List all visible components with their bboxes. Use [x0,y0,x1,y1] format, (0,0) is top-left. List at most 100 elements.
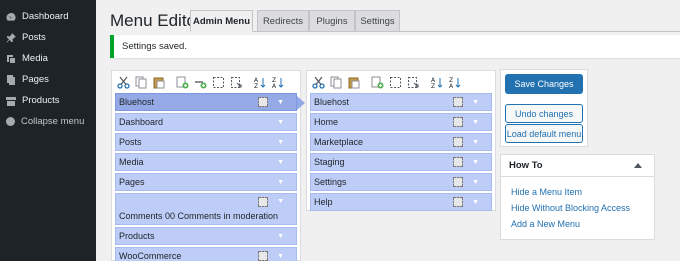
submenu-item[interactable]: Settings ▼ [310,173,492,191]
submenu-item[interactable]: Marketplace ▼ [310,133,492,151]
submenu-item[interactable]: Bluehost ▼ [310,93,492,111]
svg-text:Z: Z [431,83,435,89]
new-separator-icon[interactable] [192,74,209,91]
how-to-link[interactable]: Hide a Menu Item [511,184,654,200]
menu-item-label: Bluehost [119,97,155,107]
menu-item[interactable]: Posts ▼ [115,133,297,151]
menu-item[interactable]: Bluehost ▼ [115,93,305,111]
selection-pointer [297,96,305,110]
menu-item[interactable]: Comments 00 Comments in moderation ▼ [115,193,297,225]
page-title: Menu Editor [110,11,202,30]
pin-icon [6,32,16,43]
menu-item[interactable]: WooCommerce ▼ [115,247,297,261]
collapse-icon [6,117,15,126]
dashed-box-icon [453,157,463,167]
top-level-menu-panel: AZ ZA Bluehost ▼ Dashboard ▼ Posts ▼ Media ▼… [111,70,305,261]
expand-arrow-icon[interactable]: ▼ [472,99,479,106]
sort-descending-icon[interactable]: ZA [269,74,286,91]
dashboard-icon [6,12,16,22]
undo-changes-button[interactable]: Undo changes [505,104,583,123]
menu-item[interactable]: Dashboard ▼ [115,113,297,131]
menu-item-label: WooCommerce [119,251,182,261]
expand-arrow-icon[interactable]: ▼ [472,199,479,206]
copy-icon[interactable] [328,74,345,91]
expand-arrow-icon[interactable]: ▼ [277,119,284,126]
new-menu-icon[interactable] [369,74,386,91]
submenu-item[interactable]: Help ▼ [310,193,492,211]
submenu-panel: AZ ZA Bluehost ▼ Home ▼ Marketplace ▼ Stagi… [306,70,496,211]
how-to-link[interactable]: Add a New Menu [511,216,654,232]
sidebar-item-media[interactable]: Media [0,48,96,69]
dashed-box-icon [453,117,463,127]
dashed-box-icon[interactable] [210,74,227,91]
collapse-menu-button[interactable]: Collapse menu [0,111,96,132]
menu-item[interactable]: Media ▼ [115,153,297,171]
submenu-item[interactable]: Staging ▼ [310,153,492,171]
sort-ascending-icon[interactable]: AZ [428,74,445,91]
menu-item-label: Media [119,157,144,167]
expand-arrow-icon[interactable]: ▼ [277,179,284,186]
export-icon[interactable] [405,74,422,91]
submenu-item[interactable]: Home ▼ [310,113,492,131]
tab-redirects[interactable]: Redirects [257,10,309,32]
dashed-box-icon [258,97,268,107]
menu-item-label: Dashboard [119,117,164,127]
how-to-title: How To [509,160,543,171]
menu-toolbar: AZ ZA [112,71,300,93]
menu-item[interactable]: Products ▼ [115,227,297,245]
admin-sidebar: Dashboard Posts Media Pages Products Col… [0,0,96,261]
sidebar-item-posts[interactable]: Posts [0,27,96,48]
sidebar-item-label: Posts [22,32,46,43]
sort-ascending-icon[interactable]: AZ [251,74,268,91]
menu-item-label: Settings [314,177,347,187]
cut-icon[interactable] [115,74,132,91]
how-to-header[interactable]: How To [501,155,654,177]
menu-item-label: Home [314,117,339,127]
dashed-box-icon [453,177,463,187]
export-icon[interactable] [228,74,245,91]
load-default-menu-button[interactable]: Load default menu [505,124,583,143]
expand-arrow-icon[interactable]: ▼ [277,233,284,240]
copy-icon[interactable] [133,74,150,91]
sort-descending-icon[interactable]: ZA [446,74,463,91]
how-to-links: Hide a Menu Item Hide Without Blocking A… [501,177,654,232]
save-changes-button[interactable]: Save Changes [505,74,583,94]
sidebar-item-pages[interactable]: Pages [0,69,96,90]
pages-icon [6,74,16,85]
expand-arrow-icon[interactable]: ▼ [472,179,479,186]
expand-arrow-icon[interactable]: ▼ [472,139,479,146]
sidebar-item-label: Pages [22,74,49,85]
svg-text:Z: Z [254,83,258,89]
expand-arrow-icon[interactable]: ▼ [472,159,479,166]
new-menu-icon[interactable] [174,74,191,91]
menu-item-label: Bluehost [314,97,350,107]
media-icon [6,54,16,64]
expand-arrow-icon[interactable]: ▼ [277,198,284,205]
tab-settings[interactable]: Settings [355,10,400,32]
expand-arrow-icon[interactable]: ▼ [277,159,284,166]
sidebar-item-dashboard[interactable]: Dashboard [0,6,96,27]
menu-item-label: Comments 00 Comments in moderation [119,211,279,221]
settings-saved-notice: Settings saved. [110,35,680,58]
expand-arrow-icon[interactable]: ▼ [277,253,284,260]
how-to-link[interactable]: Hide Without Blocking Access [511,200,654,216]
tab-plugins[interactable]: Plugins [309,10,355,32]
menu-item-label: Staging [314,157,345,167]
submenu-toolbar: AZ ZA [307,71,495,93]
paste-icon[interactable] [346,74,363,91]
collapse-arrow-icon[interactable] [634,163,642,168]
expand-arrow-icon[interactable]: ▼ [472,119,479,126]
menu-item-label: Marketplace [314,137,364,147]
sidebar-item-label: Collapse menu [21,116,85,127]
menu-item[interactable]: Pages ▼ [115,173,297,191]
dashed-box-icon[interactable] [387,74,404,91]
sidebar-item-products[interactable]: Products [0,90,96,111]
expand-arrow-icon[interactable]: ▼ [277,99,284,106]
paste-icon[interactable] [151,74,168,91]
sidebar-item-label: Products [22,95,60,106]
tab-admin-menu[interactable]: Admin Menu [190,10,253,32]
cut-icon[interactable] [310,74,327,91]
expand-arrow-icon[interactable]: ▼ [277,139,284,146]
dashed-box-icon [258,251,268,261]
svg-text:A: A [272,83,277,89]
